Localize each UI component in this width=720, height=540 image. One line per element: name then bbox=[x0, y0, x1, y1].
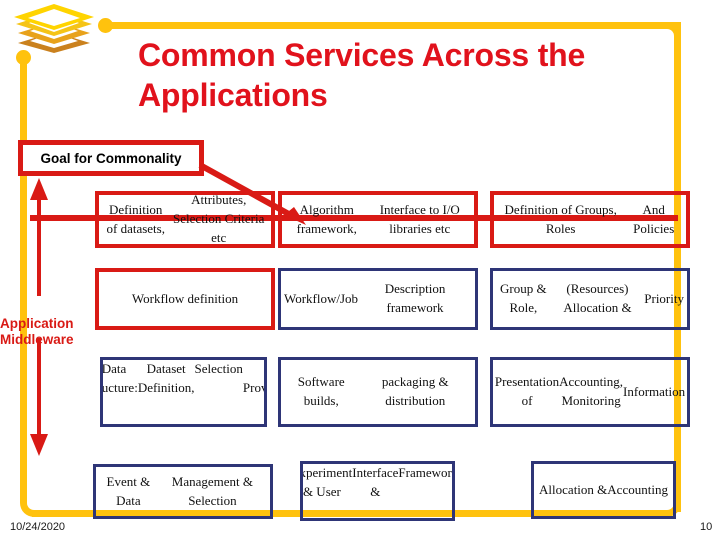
arrow-down-icon bbox=[28, 338, 50, 458]
matrix-cell[interactable]: Workflow/Job Description framework bbox=[278, 268, 478, 330]
matrix-cell[interactable]: Algorithm framework, Interface to I/O lib… bbox=[278, 191, 478, 248]
matrix-cell[interactable]: MetaData Infrastructure:Dataset Definiti… bbox=[100, 357, 267, 427]
page-title: Common Services Across the Applications bbox=[138, 37, 586, 113]
matrix-cell[interactable]: Workflow definition bbox=[95, 268, 275, 330]
application-middleware-line2: Middleware bbox=[0, 331, 74, 347]
matrix-cell[interactable]: Event & Data Management & Selection bbox=[93, 464, 273, 519]
arrow-up-icon bbox=[28, 176, 50, 298]
matrix-cell[interactable]: Presentation of Accounting, Monitoring Inf… bbox=[490, 357, 690, 427]
matrix-cell[interactable]: Experiment & UserInterface &Frameworks bbox=[300, 461, 455, 521]
matrix-cell[interactable]: Definition of Groups, Roles And Policies bbox=[490, 191, 690, 248]
goal-callout: Goal for Commonality bbox=[18, 140, 204, 176]
goal-callout-label: Goal for Commonality bbox=[40, 150, 182, 166]
matrix-cell[interactable]: Software builds, packaging & distribution bbox=[278, 357, 478, 427]
footer-page-number: 10 bbox=[700, 521, 713, 533]
matrix-cell[interactable]: Allocation & Accounting bbox=[531, 461, 676, 519]
footer-date: 10/24/2020 bbox=[10, 521, 66, 533]
matrix-cell[interactable]: Group & Role, (Resources) Allocation & Pri… bbox=[490, 268, 690, 330]
frame-corner-bottom-left bbox=[20, 495, 42, 517]
slide-canvas: Common Services Across the Applications … bbox=[0, 0, 720, 540]
frame-dot-top bbox=[98, 18, 113, 33]
layered-diamond-logo-icon bbox=[8, 2, 100, 54]
frame-left-edge bbox=[20, 56, 27, 498]
frame-top-edge bbox=[108, 22, 681, 29]
matrix-cell[interactable]: Definition of datasets, Attributes, Selec… bbox=[95, 191, 275, 248]
